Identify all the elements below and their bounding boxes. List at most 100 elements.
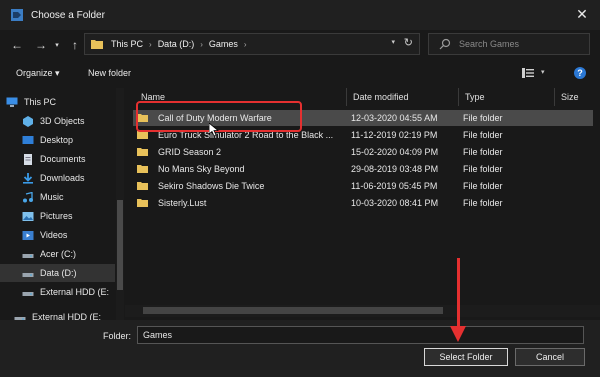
column-header-date-modified[interactable]: Date modified — [347, 88, 459, 106]
sidebar-item-label: This PC — [24, 97, 57, 107]
close-icon[interactable]: ✕ — [574, 6, 590, 22]
address-history-chevron-icon[interactable]: ▾ — [391, 38, 395, 46]
drive-icon — [22, 253, 34, 258]
sidebar-item-videos[interactable]: Videos — [22, 226, 125, 244]
file-date: 11-06-2019 05:45 PM — [351, 181, 438, 191]
search-input[interactable] — [459, 39, 579, 49]
app-icon — [11, 9, 23, 21]
table-row[interactable]: Sisterly.Lust 10-03-2020 08:41 PM File f… — [133, 195, 593, 211]
drive-icon — [22, 272, 34, 277]
mouse-cursor-icon — [209, 123, 219, 137]
sidebar-item-label: Documents — [40, 154, 86, 164]
folder-label: Folder: — [103, 331, 132, 341]
sidebar-item-external-hdd[interactable]: External HDD (E: — [22, 283, 125, 301]
new-folder-button[interactable]: New folder — [88, 68, 131, 78]
file-date: 15-02-2020 04:09 PM — [351, 147, 439, 157]
drive-icon — [14, 316, 26, 320]
folder-icon — [137, 182, 148, 190]
recent-locations-chevron-icon[interactable]: ▾ — [52, 36, 62, 54]
refresh-icon[interactable]: ↻ — [404, 36, 413, 49]
file-type: File folder — [463, 198, 503, 208]
forward-arrow-icon[interactable]: → — [32, 36, 50, 54]
sidebar-item-data-d[interactable]: Data (D:) — [0, 264, 115, 282]
view-options-icon[interactable] — [522, 68, 534, 78]
sidebar-item-label: External HDD (E: — [40, 287, 110, 297]
cancel-button[interactable]: Cancel — [515, 348, 585, 366]
window-title: Choose a Folder — [31, 9, 105, 21]
column-header-type[interactable]: Type — [459, 88, 555, 106]
file-type: File folder — [463, 181, 503, 191]
sidebar-item-documents[interactable]: Documents — [22, 150, 125, 168]
sidebar-item-label: Downloads — [40, 173, 85, 183]
cube-icon — [23, 115, 33, 127]
breadcrumb-games[interactable]: Games — [209, 39, 238, 49]
sidebar-item-label: Videos — [40, 230, 68, 240]
sidebar-scrollbar-thumb[interactable] — [117, 200, 123, 290]
folder-icon — [137, 148, 148, 156]
help-icon[interactable]: ? — [574, 67, 586, 79]
breadcrumb-separator-icon[interactable]: › — [244, 40, 247, 49]
desktop-icon — [22, 135, 34, 144]
select-folder-button[interactable]: Select Folder — [424, 348, 508, 366]
sidebar-item-label: 3D Objects — [40, 116, 85, 126]
file-name: Sisterly.Lust — [158, 198, 207, 208]
sidebar-item-downloads[interactable]: Downloads — [22, 169, 125, 187]
sidebar-item-label: Acer (C:) — [40, 249, 76, 259]
annotation-highlight-box — [136, 101, 302, 132]
sidebar-item-external-hdd-root[interactable]: External HDD (E: — [14, 308, 125, 320]
pc-icon — [6, 97, 18, 107]
back-arrow-icon[interactable]: ← — [8, 36, 26, 54]
view-options-chevron-icon[interactable]: ▾ — [541, 68, 545, 76]
breadcrumb-data-drive[interactable]: Data (D:) — [158, 39, 195, 49]
sidebar-item-music[interactable]: Music — [22, 188, 125, 206]
sidebar-item-label: Data (D:) — [40, 268, 77, 278]
file-name: GRID Season 2 — [158, 147, 222, 157]
table-row[interactable]: GRID Season 2 15-02-2020 04:09 PM File f… — [133, 144, 593, 160]
sidebar-item-this-pc[interactable]: This PC — [6, 93, 121, 111]
file-date: 11-12-2019 02:19 PM — [351, 130, 438, 140]
horizontal-scrollbar-thumb[interactable] — [143, 307, 443, 314]
sidebar-item-label: Pictures — [40, 211, 73, 221]
sidebar-item-label: External HDD (E: — [32, 312, 102, 320]
sidebar-item-label: Music — [40, 192, 64, 202]
file-type: File folder — [463, 147, 503, 157]
folder-icon — [137, 165, 148, 173]
sidebar-item-acer-c[interactable]: Acer (C:) — [22, 245, 125, 263]
folder-name-input[interactable] — [137, 326, 584, 344]
sidebar-item-pictures[interactable]: Pictures — [22, 207, 125, 225]
table-row[interactable]: Sekiro Shadows Die Twice 11-06-2019 05:4… — [133, 178, 593, 194]
file-name: No Mans Sky Beyond — [158, 164, 245, 174]
file-type: File folder — [463, 130, 503, 140]
file-date: 12-03-2020 04:55 AM — [351, 113, 438, 123]
drive-icon — [22, 291, 34, 296]
file-type: File folder — [463, 113, 503, 123]
pictures-icon — [22, 211, 34, 221]
breadcrumb-this-pc[interactable]: This PC — [111, 39, 143, 49]
search-icon — [439, 38, 451, 50]
search-box[interactable] — [428, 33, 590, 55]
breadcrumb-separator-icon[interactable]: › — [200, 40, 203, 49]
annotation-arrow-shaft — [457, 258, 460, 330]
breadcrumb-separator-icon[interactable]: › — [149, 40, 152, 49]
address-bar[interactable]: This PC › Data (D:) › Games › ▾ ↻ — [84, 33, 420, 55]
annotation-arrow-head-icon — [450, 326, 466, 342]
file-name: Sekiro Shadows Die Twice — [158, 181, 265, 191]
folder-icon — [137, 199, 148, 207]
folder-icon — [91, 40, 103, 49]
file-type: File folder — [463, 164, 503, 174]
organize-button[interactable]: Organize ▾ — [16, 68, 60, 79]
table-row[interactable]: No Mans Sky Beyond 29-08-2019 03:48 PM F… — [133, 161, 593, 177]
file-date: 29-08-2019 03:48 PM — [351, 164, 439, 174]
videos-icon — [22, 230, 34, 240]
title-bar: Choose a Folder ✕ — [0, 0, 600, 30]
music-icon — [23, 191, 33, 202]
navigation-pane: This PC 3D Objects Desktop Documents Dow… — [0, 88, 125, 320]
column-header-size[interactable]: Size — [555, 88, 600, 106]
downloads-icon — [23, 172, 33, 184]
sidebar-item-3d-objects[interactable]: 3D Objects — [22, 112, 125, 130]
sidebar-item-label: Desktop — [40, 135, 74, 145]
sidebar-item-desktop[interactable]: Desktop — [22, 131, 125, 149]
documents-icon — [24, 153, 32, 165]
file-date: 10-03-2020 08:41 PM — [351, 198, 439, 208]
up-arrow-icon[interactable]: ↑ — [66, 36, 84, 54]
